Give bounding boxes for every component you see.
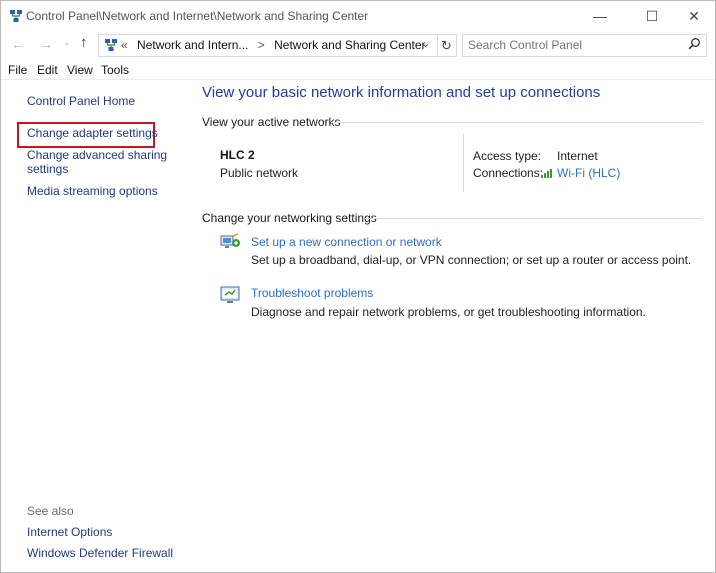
search-input[interactable] [468,38,678,52]
chevron-right-icon[interactable]: > [258,38,265,52]
page-title: View your basic network information and … [202,84,601,101]
up-button[interactable]: ↑ [80,34,88,51]
access-type-value: Internet [557,149,598,163]
wifi-connection-link[interactable]: Wi-Fi (HLC) [557,166,620,180]
change-advanced-sharing-link[interactable]: Change advanced sharing [27,148,167,162]
network-icon [10,10,22,22]
breadcrumb-overflow-button[interactable]: « [121,38,128,52]
vertical-divider [463,134,464,192]
breadcrumb-network-internet[interactable]: Network and Intern... [137,38,248,52]
connections-label: Connections: [473,166,544,180]
menu-view[interactable]: View [67,63,93,77]
network-icon [105,39,117,51]
network-sharing-center-window: Control Panel\Network and Internet\Netwo… [0,0,716,573]
change-settings-heading: Change your networking settings [202,211,377,225]
change-advanced-sharing-link-line2[interactable]: settings [27,162,68,176]
section-divider [364,218,701,219]
wifi-signal-icon [541,169,552,178]
search-box[interactable] [462,34,707,57]
breadcrumb-sharing-center[interactable]: Network and Sharing Center [274,38,425,52]
access-type-label: Access type: [473,149,542,163]
control-panel-home-link[interactable]: Control Panel Home [27,94,135,108]
network-category: Public network [220,166,299,180]
navigation-bar: ← → ⌄ ↑ « Network and Intern... > Networ… [1,32,715,58]
setup-new-connection-description: Set up a broadband, dial-up, or VPN conn… [251,253,692,267]
media-streaming-options-link[interactable]: Media streaming options [27,184,158,198]
refresh-button[interactable]: ↻ [437,34,457,57]
menu-edit[interactable]: Edit [37,63,58,77]
windows-defender-firewall-link[interactable]: Windows Defender Firewall [27,546,173,560]
internet-options-link[interactable]: Internet Options [27,525,112,539]
setup-new-connection-link[interactable]: Set up a new connection or network [251,235,442,249]
forward-button[interactable]: → [39,36,53,52]
connection-entry: Wi-Fi (HLC) [541,166,620,180]
menu-file[interactable]: File [8,63,27,77]
breadcrumb: « Network and Intern... > Network and Sh… [121,38,432,52]
troubleshoot-problems-description: Diagnose and repair network problems, or… [251,305,646,319]
chevron-down-icon[interactable]: ⌄ [421,37,430,50]
minimize-button[interactable]: — [577,1,623,31]
address-bar[interactable]: « Network and Intern... > Network and Sh… [98,34,438,57]
close-button[interactable]: ✕ [671,1,716,31]
troubleshoot-icon [220,286,240,303]
recent-locations-button[interactable]: ⌄ [63,37,71,48]
active-networks-heading: View your active networks [202,115,341,129]
maximize-button[interactable]: ☐ [629,1,675,31]
title-bar: Control Panel\Network and Internet\Netwo… [1,1,715,31]
left-pane: Control Panel Home Change adapter settin… [1,80,189,572]
network-name: HLC 2 [220,148,255,162]
window-title: Control Panel\Network and Internet\Netwo… [26,9,369,23]
section-divider [331,122,701,123]
search-icon[interactable] [688,37,701,50]
menu-bar: File Edit View Tools [1,61,715,80]
back-button[interactable]: ← [11,36,25,52]
troubleshoot-problems-link[interactable]: Troubleshoot problems [251,286,373,300]
change-adapter-settings-link[interactable]: Change adapter settings [27,126,158,140]
menu-tools[interactable]: Tools [101,63,129,77]
new-connection-icon [220,233,240,248]
see-also-heading: See also [27,504,74,518]
